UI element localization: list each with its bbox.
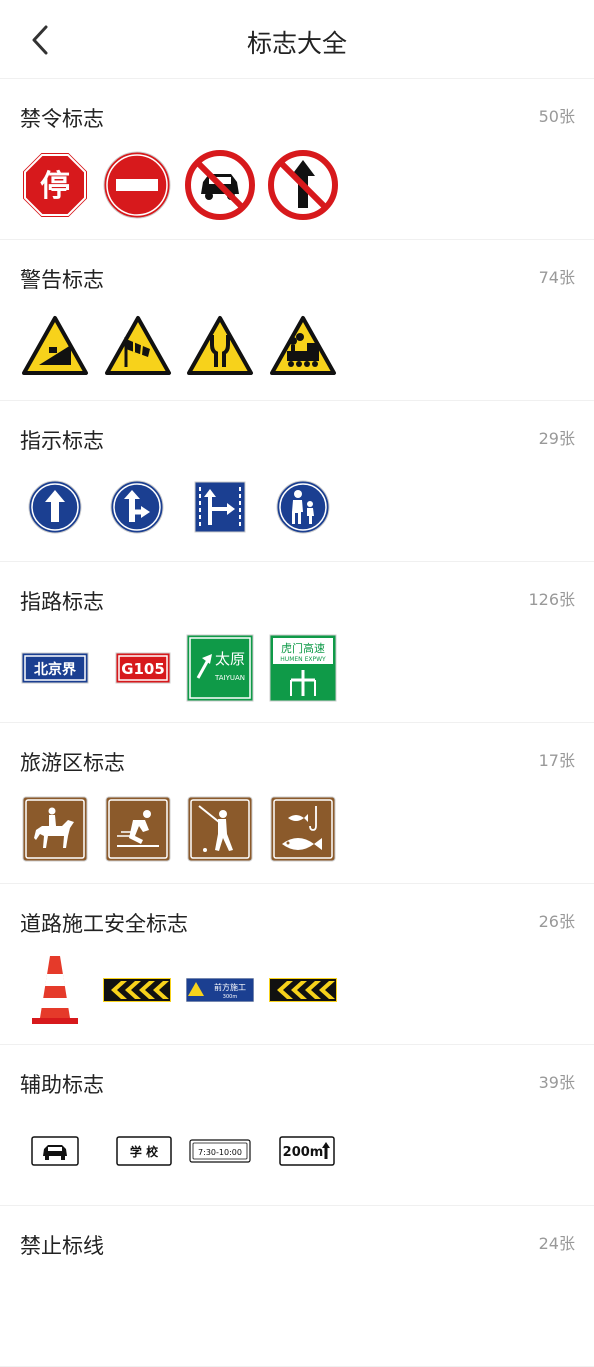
work-distance-text: 300m (223, 994, 238, 1000)
taiyuan-cn-text: 太原 (215, 650, 245, 668)
section-auxiliary-signs[interactable]: 辅助标志 39张 学 校 7:30-10:00 200m (0, 1045, 594, 1206)
steep-slope-warning-icon[interactable] (20, 310, 90, 382)
section-count: 74张 (538, 268, 575, 287)
sign-thumbnails: 停 (20, 149, 350, 229)
horse-riding-sign-icon[interactable] (20, 793, 90, 865)
sign-thumbnails: 前方施工 300m (20, 954, 350, 1034)
road-narrows-warning-icon[interactable] (185, 310, 255, 382)
section-title: 禁止标线 (20, 1234, 104, 1258)
section-warning-signs[interactable]: 警告标志 74张 (0, 240, 594, 401)
straight-or-right-sign-icon[interactable] (102, 471, 172, 543)
humen-en-text: HUMEN EXPWY (280, 656, 326, 663)
humen-cn-text: 虎门高速 (281, 641, 325, 655)
g105-sign-text: G105 (121, 660, 165, 678)
section-prohibition-markings[interactable]: 禁止标线 24张 (0, 1206, 594, 1367)
section-title: 指路标志 (20, 590, 104, 614)
section-count: 17张 (538, 751, 575, 770)
road-works-ahead-sign-icon[interactable]: 前方施工 300m (185, 954, 255, 1026)
work-ahead-text: 前方施工 (214, 982, 246, 992)
lane-direction-sign-icon[interactable] (185, 471, 255, 543)
no-entry-sign-icon[interactable] (102, 149, 172, 221)
chevron-left-barrier-icon[interactable] (102, 954, 172, 1026)
section-title: 警告标志 (20, 268, 104, 292)
section-road-works-signs[interactable]: 道路施工安全标志 26张 前方施工 300m (0, 884, 594, 1045)
section-title: 旅游区标志 (20, 751, 125, 775)
section-guide-signs[interactable]: 指路标志 126张 北京界 G105 太原 TAIYUAN 虎门高速 HUMEN… (0, 562, 594, 723)
school-sign-text: 学 校 (130, 1144, 159, 1159)
top-bar: 标志大全 (0, 0, 594, 79)
section-tourist-signs[interactable]: 旅游区标志 17张 (0, 723, 594, 884)
no-straight-sign-icon[interactable] (268, 149, 338, 221)
section-title: 辅助标志 (20, 1073, 104, 1097)
fishing-sign-icon[interactable] (268, 793, 338, 865)
crosswind-warning-icon[interactable] (103, 310, 173, 382)
sign-thumbnails (20, 310, 350, 390)
section-count: 126张 (528, 590, 575, 609)
beijing-boundary-sign-icon[interactable]: 北京界 (20, 632, 90, 704)
taiyuan-direction-sign-icon[interactable]: 太原 TAIYUAN (185, 632, 255, 704)
skiing-sign-icon[interactable] (103, 793, 173, 865)
section-title: 道路施工安全标志 (20, 912, 188, 936)
pedestrian-sign-icon[interactable] (268, 471, 338, 543)
section-prohibition-signs[interactable]: 禁令标志 50张 停 (0, 79, 594, 240)
section-count: 29张 (538, 429, 575, 448)
section-count: 39张 (538, 1073, 575, 1092)
railway-crossing-warning-icon[interactable] (268, 310, 338, 382)
section-count: 24张 (538, 1234, 575, 1253)
chevron-barrier-icon[interactable] (268, 954, 338, 1026)
distance-aux-sign-icon[interactable]: 200m (272, 1115, 342, 1187)
stop-sign-icon[interactable]: 停 (20, 149, 90, 221)
section-title: 禁令标志 (20, 107, 104, 131)
traffic-cone-icon[interactable] (20, 954, 90, 1026)
taiyuan-en-text: TAIYUAN (214, 674, 245, 682)
school-aux-sign-icon[interactable]: 学 校 (109, 1115, 179, 1187)
no-motor-vehicle-sign-icon[interactable] (185, 149, 255, 221)
section-count: 50张 (538, 107, 575, 126)
sign-thumbnails: 北京界 G105 太原 TAIYUAN 虎门高速 HUMEN EXPWY (20, 632, 350, 712)
distance-sign-text: 200m (283, 1145, 324, 1160)
national-road-g105-sign-icon[interactable]: G105 (108, 632, 178, 704)
sign-thumbnails: 学 校 7:30-10:00 200m (20, 1115, 350, 1195)
beijing-sign-text: 北京界 (34, 661, 77, 678)
time-sign-text: 7:30-10:00 (198, 1148, 242, 1157)
sign-thumbnails (20, 793, 350, 873)
vehicle-type-aux-sign-icon[interactable] (20, 1115, 90, 1187)
page-title: 标志大全 (246, 29, 347, 58)
sign-thumbnails (20, 471, 350, 551)
stop-sign-text: 停 (40, 169, 70, 204)
humen-expressway-sign-icon[interactable]: 虎门高速 HUMEN EXPWY (268, 632, 338, 704)
golf-sign-icon[interactable] (185, 793, 255, 865)
go-straight-sign-icon[interactable] (20, 471, 90, 543)
time-aux-sign-icon[interactable]: 7:30-10:00 (185, 1115, 255, 1187)
section-title: 指示标志 (20, 429, 104, 453)
section-mandatory-signs[interactable]: 指示标志 29张 (0, 401, 594, 562)
section-count: 26张 (538, 912, 575, 931)
